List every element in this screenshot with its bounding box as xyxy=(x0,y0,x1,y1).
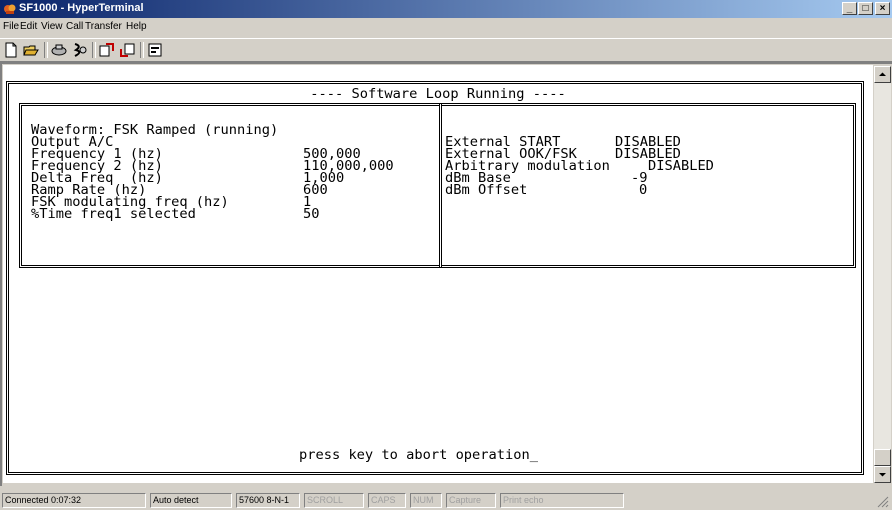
new-icon[interactable] xyxy=(2,41,20,59)
scroll-thumb[interactable] xyxy=(874,449,891,466)
menu-transfer[interactable]: Transfer xyxy=(85,21,122,32)
arrow-up-icon xyxy=(879,72,886,76)
scroll-down-button[interactable] xyxy=(874,466,891,483)
menu-help[interactable]: Help xyxy=(126,21,147,32)
caps-status: CAPS xyxy=(368,493,406,508)
close-button[interactable]: × xyxy=(875,2,890,15)
arbitrary-modulation-value: DISABLED xyxy=(648,158,714,174)
connect-icon[interactable] xyxy=(50,41,68,59)
hyperterminal-icon xyxy=(4,4,16,14)
menu-edit[interactable]: Edit xyxy=(20,21,37,32)
time-freq1-label: %Time freq1 selected xyxy=(31,206,196,222)
minimize-button[interactable]: _ xyxy=(842,2,857,15)
menu-call[interactable]: Call xyxy=(66,21,83,32)
open-icon[interactable] xyxy=(22,41,40,59)
dbm-offset-value: 0 xyxy=(639,182,648,198)
num-status: NUM xyxy=(410,493,442,508)
title-bar[interactable]: SF1000 - HyperTerminal _ □ × xyxy=(0,0,892,18)
resize-grip-icon[interactable] xyxy=(876,495,889,508)
waveform-panel: Waveform: FSK Ramped (running) Output A/… xyxy=(19,103,442,268)
maximize-button[interactable]: □ xyxy=(858,2,873,15)
print-echo-status: Print echo xyxy=(500,493,624,508)
port-settings-status: 57600 8-N-1 xyxy=(236,493,300,508)
send-icon[interactable] xyxy=(98,41,116,59)
menu-view[interactable]: View xyxy=(41,21,63,32)
scroll-up-button[interactable] xyxy=(874,66,891,83)
dbm-offset-label: dBm Offset xyxy=(445,182,528,198)
detect-status: Auto detect xyxy=(150,493,232,508)
toolbar xyxy=(0,38,892,62)
terminal-screen[interactable]: ---- Software Loop Running ---- Waveform… xyxy=(3,65,873,483)
menu-file[interactable]: File xyxy=(3,21,19,32)
scroll-status: SCROLL xyxy=(304,493,364,508)
properties-icon[interactable] xyxy=(146,41,164,59)
window-title: SF1000 - HyperTerminal xyxy=(19,2,144,14)
receive-icon[interactable] xyxy=(118,41,136,59)
settings-panel: External START DISABLED External OOK/FSK… xyxy=(439,103,856,268)
vertical-scrollbar[interactable] xyxy=(874,66,891,483)
arrow-down-icon xyxy=(879,473,886,477)
abort-prompt: press key to abort operation_ xyxy=(299,447,538,463)
disconnect-icon[interactable] xyxy=(70,41,88,59)
status-bar: Connected 0:07:32 Auto detect 57600 8-N-… xyxy=(0,490,892,510)
menu-bar: File Edit View Call Transfer Help xyxy=(0,18,892,36)
capture-status: Capture xyxy=(446,493,496,508)
connected-status: Connected 0:07:32 xyxy=(2,493,146,508)
time-freq1-value: 50 xyxy=(303,206,320,222)
